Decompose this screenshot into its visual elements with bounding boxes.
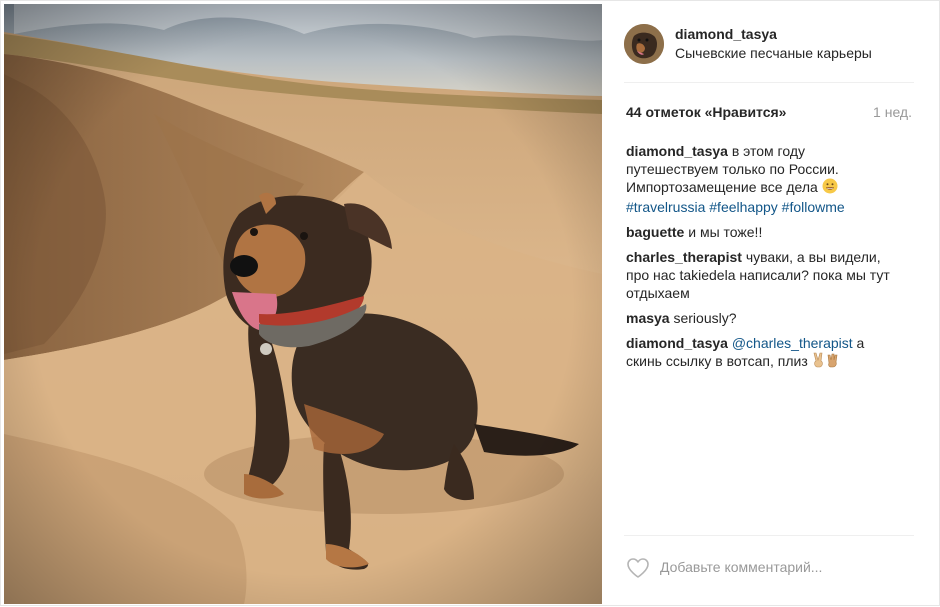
comment-text: и мы тоже!!: [684, 224, 763, 240]
dog-on-sand-image: [4, 4, 602, 604]
add-comment-row: [624, 551, 914, 587]
comment-text: seriously?: [669, 310, 737, 326]
comments-list: diamond_tasya в этом году путешествуем т…: [626, 142, 898, 379]
vulcan-salute-icon: [826, 352, 840, 372]
post-card: diamond_tasya Сычевские песчаные карьеры…: [0, 0, 940, 606]
comment-item: baguette и мы тоже!!: [626, 223, 898, 241]
victory-hand-icon: [812, 352, 826, 372]
hashtag-link[interactable]: #travelrussia: [626, 199, 705, 215]
avatar-dog-image: [624, 24, 664, 64]
post-username[interactable]: diamond_tasya: [675, 26, 777, 42]
add-comment-input[interactable]: [660, 559, 910, 575]
comment-item: diamond_tasya @charles_therapist а скинь…: [626, 334, 898, 372]
post-location[interactable]: Сычевские песчаные карьеры: [675, 45, 872, 61]
comment-author[interactable]: baguette: [626, 224, 684, 240]
hashtag-link[interactable]: #feelhappy: [709, 199, 778, 215]
post-header: diamond_tasya Сычевские песчаные карьеры: [624, 21, 914, 67]
likes-row: 44 отметок «Нравится» 1 нед.: [624, 104, 914, 124]
comment-item: masya seriously?: [626, 309, 898, 327]
post-photo[interactable]: [4, 4, 602, 604]
likes-count[interactable]: 44 отметок «Нравится»: [626, 104, 786, 120]
comment-author[interactable]: charles_therapist: [626, 249, 742, 265]
heart-outline-icon[interactable]: [626, 557, 650, 579]
mention-link[interactable]: @charles_therapist: [732, 335, 853, 351]
comment-author[interactable]: masya: [626, 310, 670, 326]
post-time[interactable]: 1 нед.: [873, 104, 912, 120]
comment-item: charles_therapist чуваки, а вы видели, п…: [626, 248, 898, 302]
footer-divider: [624, 535, 914, 536]
caption-comment: diamond_tasya в этом году путешествуем т…: [626, 142, 898, 216]
comment-author[interactable]: diamond_tasya: [626, 335, 728, 351]
header-divider: [624, 82, 914, 83]
smiling-face-icon: [822, 178, 838, 198]
comment-author[interactable]: diamond_tasya: [626, 143, 728, 159]
avatar[interactable]: [624, 24, 664, 64]
post-sidebar: diamond_tasya Сычевские песчаные карьеры…: [602, 1, 940, 607]
hashtag-link[interactable]: #followme: [782, 199, 845, 215]
